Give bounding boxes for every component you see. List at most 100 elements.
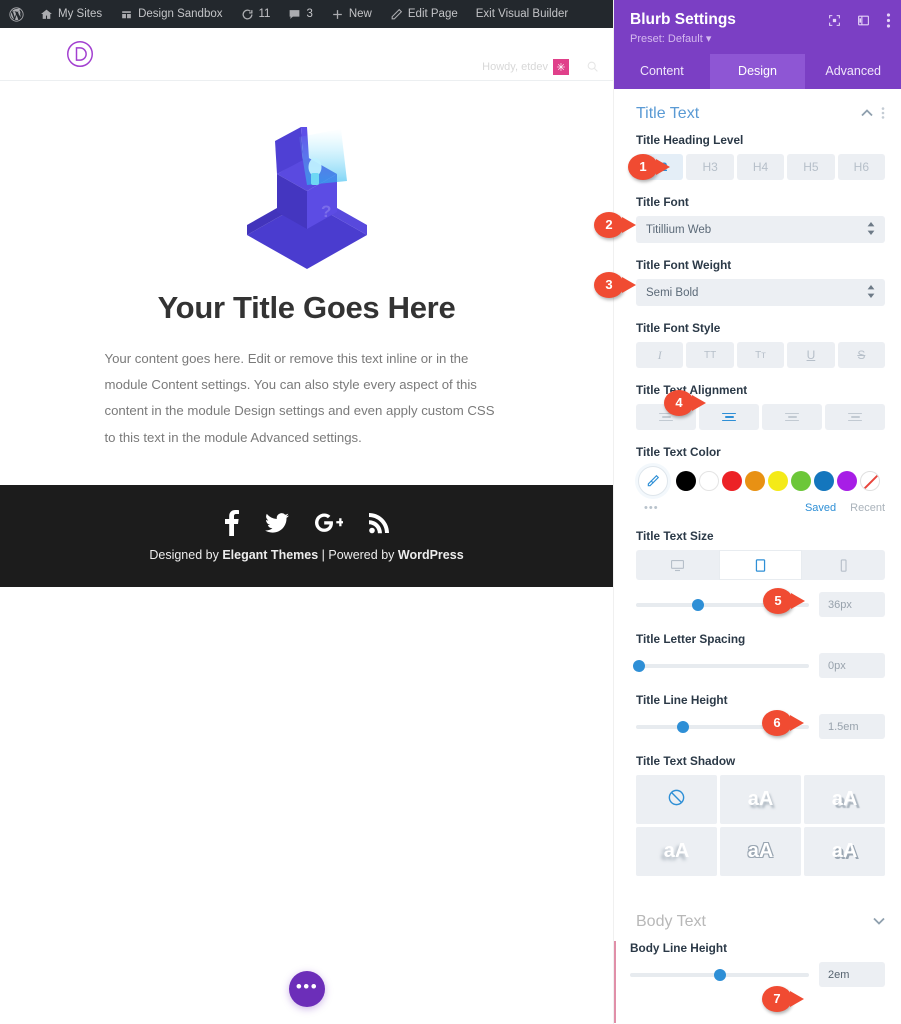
align-justify-icon[interactable] [825, 404, 885, 430]
body-line-height-slider[interactable] [630, 968, 809, 981]
adminbar-item-site-name[interactable]: Design Sandbox [111, 0, 231, 28]
blurb-title[interactable]: Your Title Goes Here [0, 285, 613, 332]
device-tablet-icon[interactable] [719, 550, 802, 580]
adminbar-item-my-sites[interactable]: My Sites [31, 0, 111, 28]
section-title-text-header[interactable]: Title Text [614, 89, 901, 133]
text-shadow-preset-5[interactable]: aA [804, 827, 885, 876]
split-view-icon[interactable] [857, 14, 870, 27]
facebook-icon[interactable] [224, 510, 239, 540]
settings-panel-body: Title Text Title Heading Level H2 H3 H4 [614, 89, 901, 1023]
adminbar-item-new[interactable]: New [322, 0, 381, 28]
text-shadow-preset-4[interactable]: aA [720, 827, 801, 876]
text-shadow-preset-2[interactable]: aA [804, 775, 885, 824]
align-center-icon[interactable] [699, 404, 759, 430]
settings-panel-header: Blurb Settings Preset: Default ▾ [614, 0, 901, 54]
swatch-blue[interactable] [814, 471, 834, 491]
adminbar-item-comments[interactable]: 3 [279, 0, 321, 28]
fullscreen-icon[interactable] [828, 14, 841, 27]
credit-brand-wordpress[interactable]: WordPress [398, 548, 464, 562]
adminbar-label-new: New [348, 8, 372, 20]
adminbar-item-edit-page[interactable]: Edit Page [381, 0, 467, 28]
align-right-icon[interactable] [762, 404, 822, 430]
tab-content[interactable]: Content [614, 54, 710, 89]
settings-panel-header-icons [828, 13, 891, 28]
annotation-marker-6: 6 [762, 709, 806, 736]
section-title-text-label: Title Text [636, 105, 700, 122]
avatar: ✳ [553, 59, 569, 75]
title-font-weight-select[interactable]: Semi Bold [636, 279, 885, 306]
device-phone-icon[interactable] [802, 550, 885, 580]
tab-advanced[interactable]: Advanced [805, 54, 901, 89]
heading-level-h6[interactable]: H6 [837, 154, 886, 180]
font-style-strikethrough[interactable]: S [837, 342, 886, 368]
heading-level-h3[interactable]: H3 [686, 154, 734, 180]
label-body-line-height: Body Line Height [630, 941, 727, 955]
adminbar-item-updates[interactable]: 11 [232, 0, 280, 28]
tab-design[interactable]: Design [709, 54, 806, 89]
swatch-white[interactable] [699, 471, 719, 491]
font-style-italic[interactable]: I [636, 342, 684, 368]
slider-handle[interactable] [713, 968, 726, 981]
blurb-module[interactable]: ? Your Title Goes Here Your content goes… [0, 81, 613, 485]
body-line-height-value[interactable]: 2em [819, 962, 885, 987]
title-line-height-value[interactable]: 1.5em [819, 714, 885, 739]
field-body-line-height: Body Line Height 2em [614, 941, 901, 987]
adminbar-search-icon[interactable] [586, 60, 599, 78]
footer-social-icons [224, 510, 389, 540]
sites-icon [40, 8, 53, 21]
field-title-font-style: Title Font Style I TT Tᴛ U S [614, 321, 901, 368]
adminbar-wordpress-logo[interactable] [0, 0, 31, 28]
title-font-select[interactable]: Titillium Web [636, 216, 885, 243]
howdy-greeting[interactable]: Howdy, etdev ✳ [482, 59, 569, 75]
title-text-size-value[interactable]: 36px [819, 592, 885, 617]
adminbar-label-my-sites: My Sites [58, 8, 103, 20]
twitter-icon[interactable] [264, 512, 289, 538]
title-letter-spacing-value[interactable]: 0px [819, 653, 885, 678]
more-vertical-icon[interactable] [886, 13, 891, 28]
color-tab-recent[interactable]: Recent [850, 502, 885, 514]
font-style-underline[interactable]: U [787, 342, 835, 368]
preset-selector[interactable]: Preset: Default ▾ [630, 32, 885, 45]
visual-builder-fab-button[interactable]: ••• [289, 971, 325, 1007]
chevron-up-icon[interactable] [861, 108, 873, 120]
google-plus-icon[interactable] [314, 512, 344, 538]
font-style-small-caps[interactable]: Tᴛ [736, 342, 785, 368]
divi-logo-icon[interactable] [66, 40, 94, 68]
swatch-yellow[interactable] [768, 471, 788, 491]
text-shadow-none[interactable] [636, 775, 717, 824]
device-desktop-icon[interactable] [636, 550, 719, 580]
eyedropper-icon[interactable] [638, 466, 668, 496]
section-body-text-header[interactable]: Body Text [614, 891, 901, 941]
credit-brand-elegant-themes[interactable]: Elegant Themes [222, 548, 318, 562]
rss-icon[interactable] [368, 512, 389, 538]
comments-icon [288, 8, 301, 21]
adminbar-item-exit-visual-builder[interactable]: Exit Visual Builder [467, 0, 577, 28]
swatch-red[interactable] [722, 471, 742, 491]
slider-handle[interactable] [676, 720, 689, 733]
swatch-black[interactable] [676, 471, 696, 491]
wp-admin-bar: My Sites Design Sandbox 11 3 New Edit Pa… [0, 0, 613, 28]
color-more-options-button[interactable]: ••• [636, 502, 659, 514]
swatch-orange[interactable] [745, 471, 765, 491]
label-title-text-shadow: Title Text Shadow [636, 754, 736, 768]
color-tab-saved[interactable]: Saved [805, 502, 836, 514]
chevron-down-icon[interactable] [873, 916, 885, 928]
annotation-marker-1: 1 [628, 153, 672, 180]
annotation-marker-7-number: 7 [762, 985, 792, 1012]
title-letter-spacing-slider[interactable] [633, 659, 809, 672]
label-title-font-style: Title Font Style [636, 321, 721, 335]
section-more-vertical-icon[interactable] [881, 106, 885, 122]
heading-level-h4[interactable]: H4 [736, 154, 785, 180]
text-shadow-preset-3[interactable]: aA [636, 827, 717, 876]
swatch-purple[interactable] [837, 471, 857, 491]
text-shadow-preset-1[interactable]: aA [720, 775, 801, 824]
slider-handle[interactable] [692, 598, 705, 611]
blurb-body-text[interactable]: Your content goes here. Edit or remove t… [105, 346, 509, 452]
slider-handle[interactable] [633, 659, 646, 672]
heading-level-h5[interactable]: H5 [787, 154, 835, 180]
swatch-transparent[interactable] [860, 471, 880, 491]
blurb-image-icon: ? [246, 127, 367, 269]
swatch-green[interactable] [791, 471, 811, 491]
font-style-uppercase[interactable]: TT [686, 342, 734, 368]
site-icon [120, 8, 133, 21]
